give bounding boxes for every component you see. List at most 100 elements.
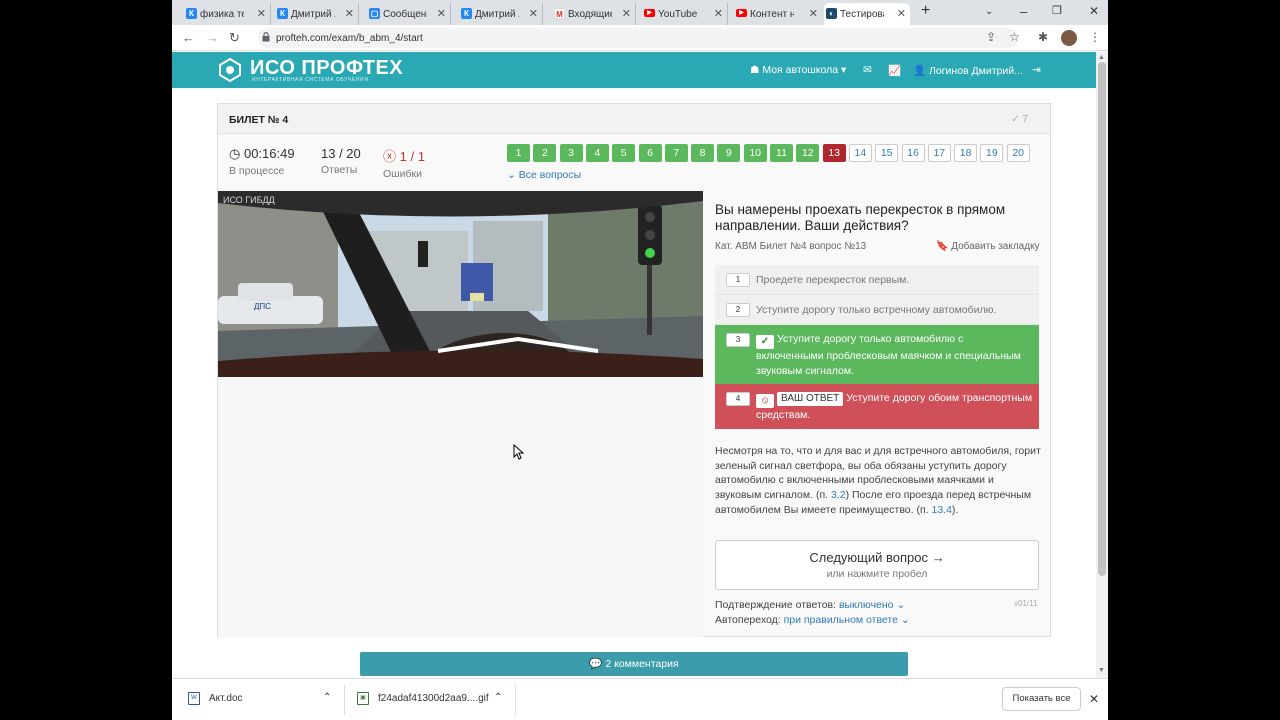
auto-advance-setting: Автопереход: при правильном ответе ⌄: [715, 614, 910, 626]
question-number-15[interactable]: 15: [875, 144, 899, 162]
tab-youtube-content[interactable]: ▶ Контент н ✕: [734, 3, 822, 25]
rule-link-3-2[interactable]: 3.2: [831, 489, 846, 501]
restore-button[interactable]: ❐: [1052, 4, 1062, 17]
close-icon[interactable]: ✕: [622, 7, 631, 20]
menu-dots-icon[interactable]: ⋮: [1089, 30, 1101, 44]
close-icon[interactable]: ✕: [1089, 692, 1099, 706]
ticket-card: БИЛЕТ № 4 ✓ 7 ◷ 00:16:49 В процессе 13 /…: [217, 103, 1051, 637]
question-number-5[interactable]: 5: [612, 144, 636, 162]
tab-youtube[interactable]: ▶ YouTube ✕: [642, 3, 728, 25]
download-item-doc[interactable]: W Акт.doc: [188, 692, 243, 705]
question-number-13[interactable]: 13: [822, 144, 846, 162]
youtube-icon: ▶: [736, 9, 747, 17]
question-number-4[interactable]: 4: [585, 144, 609, 162]
check-icon: ✓: [1011, 114, 1023, 125]
scroll-down-arrow-icon[interactable]: ▼: [1098, 667, 1105, 674]
close-icon[interactable]: ✕: [437, 7, 446, 20]
question-number-2[interactable]: 2: [533, 144, 557, 162]
close-icon[interactable]: ✕: [345, 7, 354, 20]
download-item-gif[interactable]: ▣ f24adaf41300d2aa9....gif: [357, 692, 489, 705]
reload-icon[interactable]: ↻: [229, 30, 240, 46]
answered-counter: ✓ 7: [1011, 114, 1028, 125]
bookmark-star-icon[interactable]: ☆: [1009, 30, 1020, 44]
question-number-8[interactable]: 8: [691, 144, 715, 162]
all-questions-link[interactable]: ⌄ Все вопросы: [507, 169, 581, 181]
window-close-button[interactable]: ✕: [1089, 4, 1099, 18]
youtube-icon: ▶: [644, 9, 655, 17]
close-icon[interactable]: ✕: [809, 7, 818, 20]
answer-option-4-wrong[interactable]: 4 ⦸ ВАШ ОТВЕТ Уступите дорогу обоим трансп…: [715, 384, 1039, 429]
question-number-17[interactable]: 17: [927, 144, 951, 162]
question-number-18[interactable]: 18: [954, 144, 978, 162]
tab-vk-physics[interactable]: Кфизика те ✕: [184, 3, 271, 25]
tab-testing[interactable]: ◐ Тестирова ✕: [824, 3, 910, 25]
timer-stat: ◷ 00:16:49 В процессе: [229, 146, 295, 177]
auto-advance-toggle[interactable]: при правильном ответе ⌄: [784, 614, 910, 626]
profile-avatar[interactable]: [1061, 30, 1077, 46]
ticket-header: БИЛЕТ № 4 ✓ 7: [218, 104, 1050, 134]
close-icon[interactable]: ✕: [714, 7, 723, 20]
clock-icon: ◷: [229, 146, 244, 161]
graduation-cap-icon: ☗: [750, 64, 763, 76]
question-number-7[interactable]: 7: [664, 144, 688, 162]
site-header: ИСО ПРОФТЕХ ИНТЕРАКТИВНАЯ СИСТЕМА ОБУЧЕН…: [172, 52, 1096, 88]
ticket-title: БИЛЕТ № 4: [229, 114, 289, 126]
question-text: Вы намерены проехать перекресток в прямо…: [715, 202, 1006, 233]
answers-stat: 13 / 20 Ответы: [321, 146, 361, 176]
confirm-answers-toggle[interactable]: выключено ⌄: [839, 599, 905, 611]
close-icon[interactable]: ✕: [257, 7, 266, 20]
error-circle-icon: ⓧ: [383, 149, 400, 164]
answer-option-1[interactable]: 1 Проедете перекресток первым.: [715, 265, 1039, 295]
question-number-19[interactable]: 19: [980, 144, 1004, 162]
nav-user[interactable]: 👤 Логинов Дмитрий...: [913, 64, 1023, 77]
next-question-button[interactable]: Следующий вопрос → или нажмите пробел: [715, 540, 1039, 590]
forward-arrow-icon[interactable]: →: [206, 30, 219, 45]
new-tab-button[interactable]: +: [921, 2, 930, 20]
url-field[interactable]: profteh.com/exam/b_abm_4/start: [258, 28, 1018, 48]
scrollbar-thumb[interactable]: [1098, 62, 1106, 576]
answer-option-2[interactable]: 2 Уступите дорогу только встречному авто…: [715, 295, 1039, 325]
scroll-up-arrow-icon[interactable]: ▲: [1098, 54, 1105, 61]
tab-strip: Кфизика те✕ КДмитрий Л✕ ▢Сообщени✕ КДмит…: [172, 0, 1108, 25]
mail-icon[interactable]: ✉: [863, 64, 872, 76]
police-car-label: ДПС: [254, 302, 271, 311]
page-scrollbar[interactable]: ▲ ▼: [1096, 52, 1108, 678]
extensions-icon[interactable]: ✱: [1038, 30, 1048, 44]
caret-down-icon: ▾: [838, 64, 847, 76]
answer-option-3-correct[interactable]: 3 ✓ Уступите дорогу только автомобилю с в…: [715, 325, 1039, 384]
logo-icon[interactable]: [218, 58, 242, 82]
question-number-3[interactable]: 3: [559, 144, 583, 162]
mouse-cursor-icon: [513, 444, 525, 460]
question-number-11[interactable]: 11: [770, 144, 793, 162]
question-number-10[interactable]: 10: [743, 144, 767, 162]
show-all-downloads-button[interactable]: Показать все: [1002, 687, 1081, 711]
rule-link-13-4[interactable]: 13.4: [931, 504, 951, 516]
stats-chart-icon[interactable]: 📈: [888, 64, 901, 77]
question-number-20[interactable]: 20: [1006, 144, 1030, 162]
errors-stat: ⓧ 1 / 1 Ошибки: [383, 149, 425, 180]
question-number-12[interactable]: 12: [796, 144, 820, 162]
logout-icon[interactable]: ⇥: [1032, 64, 1041, 76]
tab-gmail[interactable]: M Входящие ✕: [552, 3, 636, 25]
question-number-16[interactable]: 16: [901, 144, 925, 162]
question-number-9[interactable]: 9: [717, 144, 741, 162]
back-arrow-icon[interactable]: ←: [182, 30, 195, 45]
tab-vk-dmitriy-2[interactable]: КДмитрий Л✕: [459, 3, 543, 25]
comments-button[interactable]: 💬 2 комментария: [360, 652, 908, 676]
nav-my-school[interactable]: ☗ Моя автошкола ▾: [750, 64, 846, 76]
chevron-up-icon[interactable]: ⌃: [494, 692, 502, 703]
question-number-6[interactable]: 6: [638, 144, 662, 162]
tab-messages[interactable]: ▢ Сообщени ✕: [367, 3, 451, 25]
chevron-down-icon[interactable]: ⌄: [985, 6, 993, 17]
tab-vk-dmitriy[interactable]: КДмитрий Л✕: [275, 3, 359, 25]
question-number-1[interactable]: 1: [507, 144, 530, 162]
close-icon[interactable]: ✕: [529, 7, 538, 20]
share-icon[interactable]: ⇪: [986, 30, 996, 44]
chevron-up-icon[interactable]: ⌃: [323, 692, 331, 703]
logo-subtitle: ИНТЕРАКТИВНАЯ СИСТЕМА ОБУЧЕНИЯ: [252, 77, 369, 83]
close-icon[interactable]: ✕: [897, 7, 906, 20]
add-bookmark-button[interactable]: 🔖 Добавить закладку: [936, 241, 1040, 252]
question-number-14[interactable]: 14: [848, 144, 872, 162]
minimize-button[interactable]: –: [1020, 4, 1027, 19]
explanation-text: Несмотря на то, что и для вас и для встр…: [715, 445, 1041, 516]
